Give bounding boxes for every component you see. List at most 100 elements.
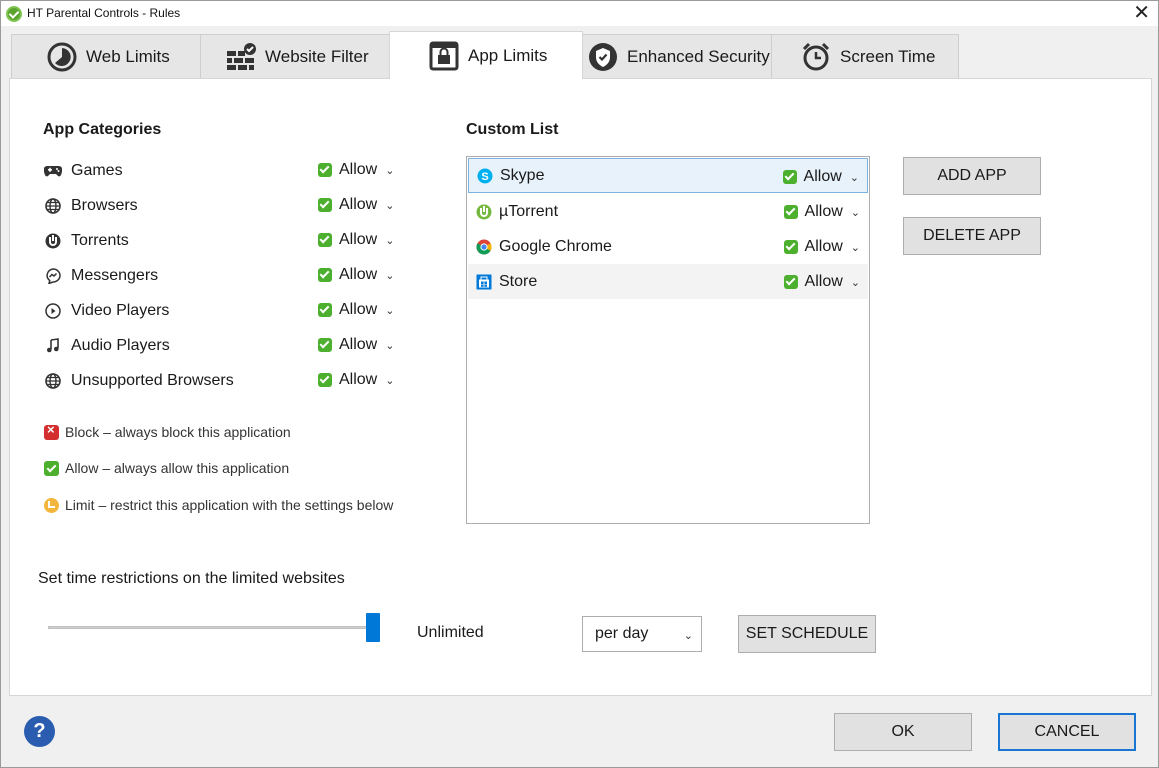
limit-clock-icon (44, 497, 59, 513)
legend-allow: Allow – always allow this application (44, 460, 289, 476)
messenger-icon (44, 267, 62, 285)
permission-value: Allow (339, 301, 378, 318)
app-logo-icon (6, 6, 22, 22)
skype-icon: S (477, 168, 493, 184)
list-item[interactable]: Store Allow ⌄ (468, 264, 868, 299)
allow-check-icon (318, 233, 332, 247)
chevron-down-icon: ⌄ (385, 234, 395, 247)
tab-web-limits[interactable]: Web Limits (11, 34, 201, 78)
tab-enhanced-security[interactable]: Enhanced Security (582, 34, 772, 78)
allow-check-icon (318, 338, 332, 352)
permission-value: Allow (339, 371, 378, 388)
category-permission-dropdown[interactable]: Allow ⌄ (318, 371, 394, 389)
category-permission-dropdown[interactable]: Allow ⌄ (318, 336, 394, 354)
allow-check-icon (318, 163, 332, 177)
allow-check-icon (318, 303, 332, 317)
category-row-video-players: Video Players Allow ⌄ (44, 298, 404, 324)
globe-icon (44, 197, 62, 215)
permission-value: Allow (339, 336, 378, 353)
permission-value: Allow (339, 231, 378, 248)
app-name: µTorrent (499, 202, 559, 220)
category-label: Video Players (71, 302, 170, 319)
app-name: Store (499, 272, 538, 290)
tab-screen-time[interactable]: Screen Time (771, 34, 959, 78)
permission-value: Allow (804, 238, 843, 255)
app-permission-dropdown[interactable]: Allow ⌄ (783, 203, 860, 221)
cancel-button[interactable]: CANCEL (998, 713, 1136, 751)
custom-app-list[interactable]: S Skype Allow ⌄ µTorrent Allow ⌄ Google Ch… (466, 156, 870, 524)
globe-icon (44, 372, 62, 390)
app-name: Skype (500, 166, 545, 184)
music-note-icon (44, 337, 62, 355)
period-select-value: per day (595, 625, 649, 642)
category-row-audio-players: Audio Players Allow ⌄ (44, 333, 404, 359)
torrent-icon (44, 232, 62, 250)
permission-value: Allow (803, 168, 842, 185)
lock-window-icon (428, 40, 460, 72)
allow-check-icon (44, 460, 59, 476)
app-categories-heading: App Categories (43, 121, 162, 138)
allow-check-icon (318, 373, 332, 387)
allow-check-icon (783, 275, 798, 289)
app-permission-dropdown[interactable]: Allow ⌄ (783, 238, 860, 256)
app-permission-dropdown[interactable]: Allow ⌄ (782, 168, 859, 186)
chevron-down-icon: ⌄ (850, 276, 860, 289)
category-permission-dropdown[interactable]: Allow ⌄ (318, 301, 394, 319)
brick-wall-check-icon (225, 41, 257, 73)
window-title: HT Parental Controls - Rules (27, 6, 181, 20)
app-name: Google Chrome (499, 237, 612, 255)
category-label: Messengers (71, 267, 159, 284)
tab-label: App Limits (468, 45, 548, 65)
chevron-down-icon: ⌄ (385, 374, 395, 387)
list-item[interactable]: Google Chrome Allow ⌄ (468, 229, 868, 264)
permission-value: Allow (339, 161, 378, 178)
block-x-icon (44, 422, 59, 440)
category-permission-dropdown[interactable]: Allow ⌄ (318, 231, 394, 249)
chrome-icon (476, 239, 492, 255)
allow-check-icon (783, 240, 798, 254)
legend-text: Limit – restrict this application with t… (65, 497, 394, 513)
tab-label: Web Limits (86, 46, 170, 66)
category-label: Games (71, 162, 123, 179)
ok-button[interactable]: OK (834, 713, 972, 751)
category-row-games: Games Allow ⌄ (44, 158, 404, 184)
list-item[interactable]: S Skype Allow ⌄ (468, 158, 868, 193)
permission-value: Allow (339, 196, 378, 213)
tab-label: Enhanced Security (627, 46, 770, 66)
chevron-down-icon: ⌄ (385, 304, 395, 317)
set-schedule-button[interactable]: SET SCHEDULE (738, 615, 876, 653)
utorrent-icon (476, 204, 492, 220)
category-row-browsers: Browsers Allow ⌄ (44, 193, 404, 219)
time-limit-slider-track[interactable] (48, 626, 374, 629)
add-app-button[interactable]: ADD APP (903, 157, 1041, 195)
chevron-down-icon: ⌄ (683, 630, 693, 642)
delete-app-button[interactable]: DELETE APP (903, 217, 1041, 255)
category-permission-dropdown[interactable]: Allow ⌄ (318, 196, 394, 214)
tab-website-filter[interactable]: Website Filter (200, 34, 390, 78)
allow-check-icon (318, 198, 332, 212)
close-icon[interactable]: ✕ (1133, 2, 1150, 24)
category-permission-dropdown[interactable]: Allow ⌄ (318, 266, 394, 284)
list-item[interactable]: µTorrent Allow ⌄ (468, 194, 868, 229)
time-limit-slider-thumb[interactable] (366, 613, 380, 642)
category-label: Unsupported Browsers (71, 372, 234, 389)
category-label: Audio Players (71, 337, 170, 354)
legend-text: Allow – always allow this application (65, 460, 290, 476)
custom-list-heading: Custom List (466, 121, 559, 138)
allow-check-icon (783, 205, 798, 219)
help-icon[interactable]: ? (24, 716, 55, 747)
app-permission-dropdown[interactable]: Allow ⌄ (783, 273, 860, 291)
category-permission-dropdown[interactable]: Allow ⌄ (318, 161, 394, 179)
legend-limit: Limit – restrict this application with t… (44, 497, 393, 513)
slider-value-text: Unlimited (417, 624, 484, 641)
legend-text: Block – always block this application (65, 424, 291, 440)
permission-value: Allow (804, 273, 843, 290)
period-select[interactable]: per day ⌄ (582, 616, 702, 652)
tab-label: Website Filter (265, 46, 369, 66)
tab-app-limits[interactable]: App Limits (389, 31, 583, 79)
chevron-down-icon: ⌄ (385, 269, 395, 282)
chevron-down-icon: ⌄ (850, 241, 860, 254)
title-bar: HT Parental Controls - Rules ✕ (0, 0, 1159, 26)
tab-label: Screen Time (840, 46, 936, 66)
category-row-torrents: Torrents Allow ⌄ (44, 228, 404, 254)
